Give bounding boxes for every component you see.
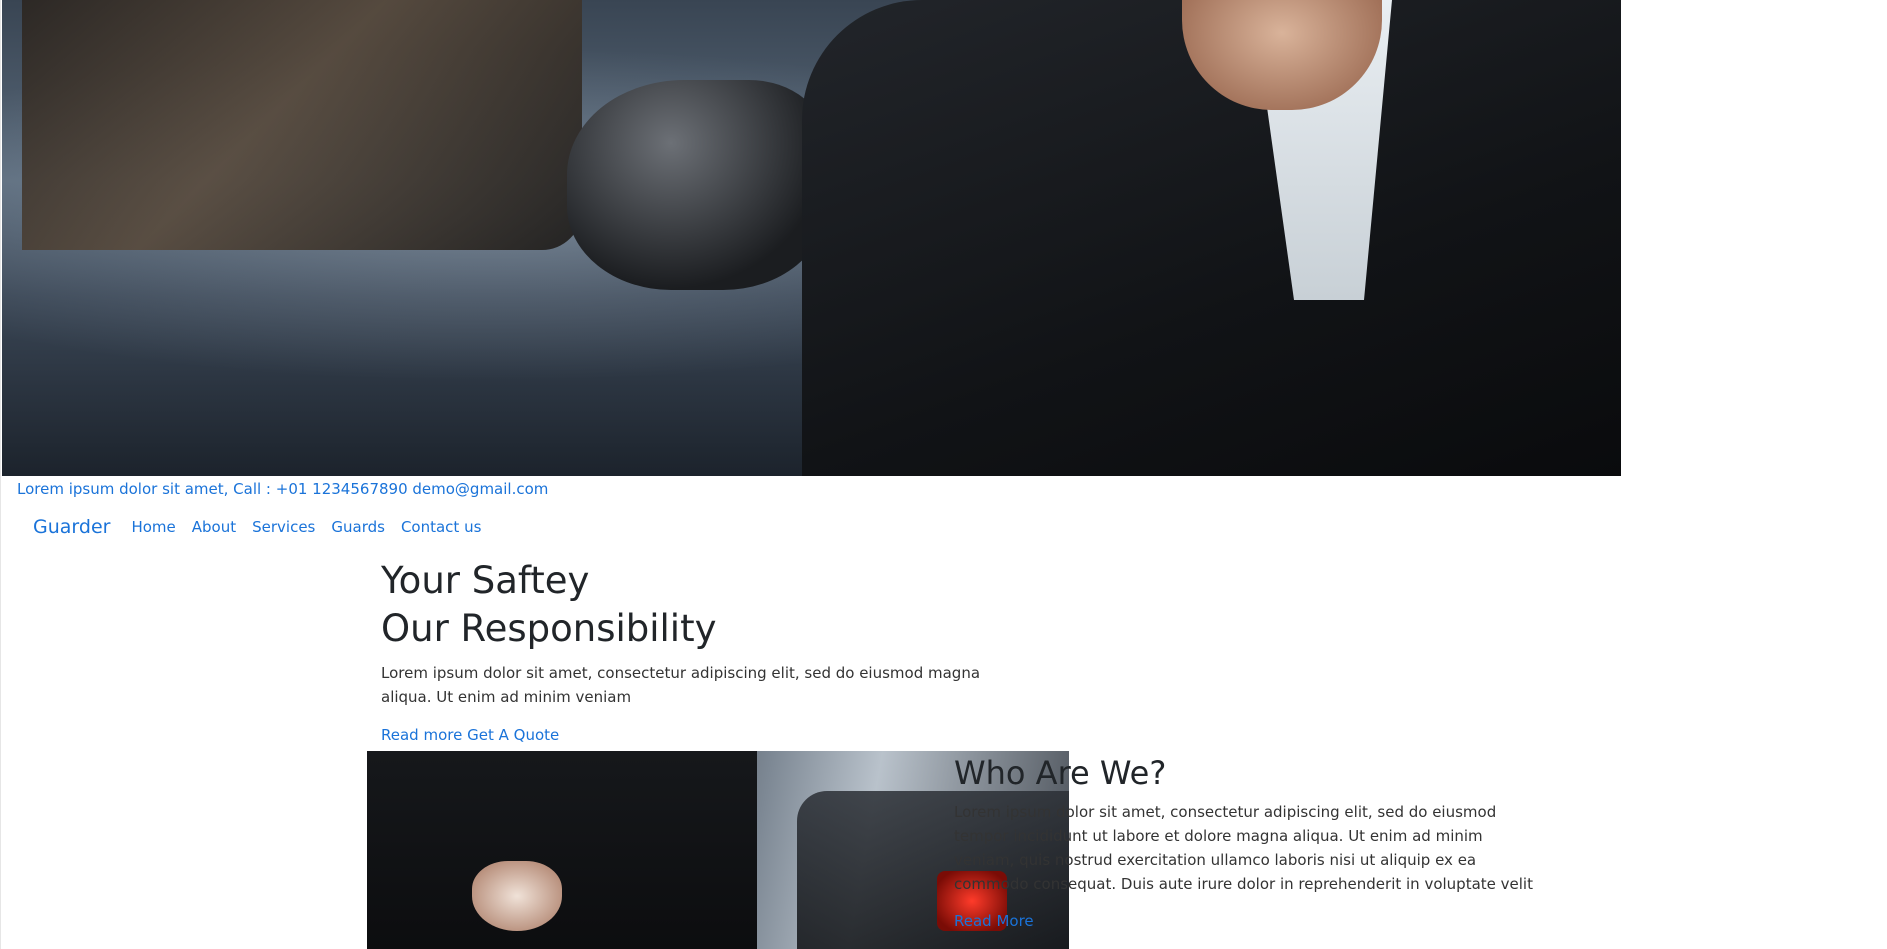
hero-actions: Read more Get A Quote <box>381 726 1031 744</box>
hero-title: Your Saftey Our Responsibility <box>381 557 1031 653</box>
hero-title-line2: Our Responsibility <box>381 607 717 650</box>
guard-shape <box>367 751 757 949</box>
nav-about-link[interactable]: About <box>192 518 236 536</box>
hero-read-more-link[interactable]: Read more <box>381 726 462 744</box>
about-section: Who Are We? Lorem ipsum dolor sit amet, … <box>954 752 1534 930</box>
hero-get-quote-link[interactable]: Get A Quote <box>467 726 559 744</box>
about-description: Lorem ipsum dolor sit amet, consectetur … <box>954 803 1533 893</box>
contact-topbar[interactable]: Lorem ipsum dolor sit amet, Call : +01 1… <box>17 479 548 499</box>
brand-logo-link[interactable]: Guarder <box>33 516 110 538</box>
about-title: Who Are We? <box>954 754 1167 792</box>
car-mirror-shape <box>567 80 827 290</box>
hero-section: Your Saftey Our Responsibility Lorem ips… <box>381 557 1031 744</box>
hero-image <box>2 0 1621 476</box>
car-window-shape <box>22 0 582 250</box>
nav-home-link[interactable]: Home <box>131 518 175 536</box>
hero-title-line1: Your Saftey <box>381 559 590 602</box>
about-read-more-link[interactable]: Read More <box>954 912 1034 930</box>
main-navbar: Guarder Home About Services Guards Conta… <box>33 516 497 538</box>
nav-contact-link[interactable]: Contact us <box>401 518 481 536</box>
nav-services-link[interactable]: Services <box>252 518 315 536</box>
nav-guards-link[interactable]: Guards <box>331 518 385 536</box>
page: Lorem ipsum dolor sit amet, Call : +01 1… <box>0 0 1887 949</box>
shirt-cuff-shape <box>472 861 562 931</box>
hero-description: Lorem ipsum dolor sit amet, consectetur … <box>381 664 981 706</box>
